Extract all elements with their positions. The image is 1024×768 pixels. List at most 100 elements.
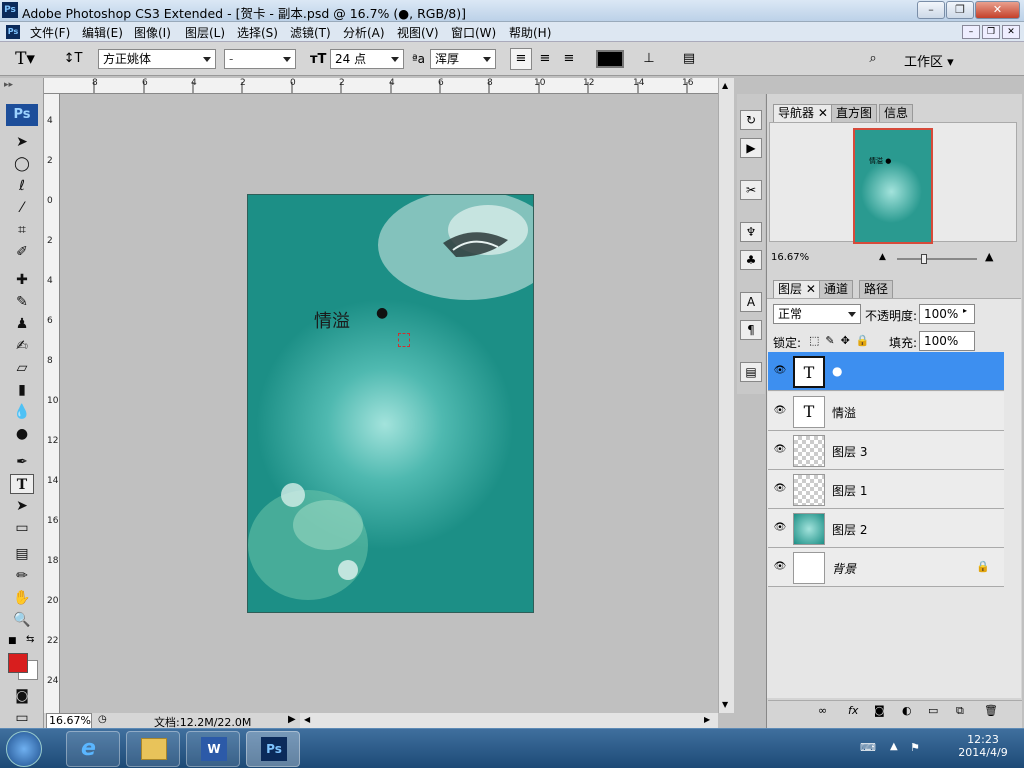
align-left-icon[interactable]: ≡ (510, 48, 532, 70)
layer-style-icon[interactable]: fx (848, 704, 858, 717)
lasso-tool-icon[interactable]: ℓ (10, 176, 34, 196)
layer-row[interactable]: 👁 图层 3 (768, 431, 1004, 470)
marquee-tool-icon[interactable]: ◯ (10, 154, 34, 174)
layer-row[interactable]: 👁 T 情溢 (768, 392, 1004, 431)
eyedropper-tool-icon[interactable]: ✏ (10, 566, 34, 586)
default-colors-icon[interactable]: ■ (8, 636, 17, 646)
eraser-tool-icon[interactable]: ▱ (10, 358, 34, 378)
layer-name[interactable]: 图层 2 (832, 521, 867, 538)
visibility-eye-icon[interactable]: 👁 (773, 521, 787, 535)
zoom-in-icon[interactable]: ▲ (985, 250, 993, 263)
zoom-field[interactable]: 16.67% (46, 713, 92, 729)
keyboard-icon[interactable]: ⌨ (860, 741, 876, 754)
doc-close-button[interactable]: ✕ (1002, 25, 1020, 39)
blend-mode-select[interactable]: 正常 (773, 304, 861, 324)
type-tool-preset-icon[interactable]: T▾ (14, 48, 36, 70)
clock[interactable]: 12:23 2014/4/9 (950, 733, 1016, 759)
brushes-panel-icon[interactable]: ♆ (740, 222, 762, 242)
scroll-left-icon[interactable]: ◀ (304, 715, 310, 724)
document-icon[interactable]: Ps (6, 25, 20, 39)
explorer-taskbar-button[interactable] (126, 731, 180, 767)
swap-colors-icon[interactable]: ⇆ (26, 634, 34, 645)
tab-histogram[interactable]: 直方图 (831, 104, 878, 122)
tab-channels[interactable]: 通道 (819, 280, 854, 298)
opacity-slider-icon[interactable]: ▸ (963, 306, 967, 315)
word-taskbar-button[interactable]: W (186, 731, 240, 767)
status-info-icon[interactable]: ◷ (98, 714, 107, 725)
gradient-tool-icon[interactable]: ▮ (10, 380, 34, 400)
character-panel-icon[interactable]: A (740, 292, 762, 312)
layer-name[interactable]: ● (832, 364, 842, 378)
network-icon[interactable]: ⚑ (910, 741, 920, 754)
menu-edit[interactable]: 编辑(E) (82, 24, 123, 41)
blur-tool-icon[interactable]: 💧 (10, 402, 34, 422)
adjustment-layer-icon[interactable]: ◐ (902, 704, 912, 717)
layer-row[interactable]: 👁 图层 2 (768, 509, 1004, 548)
font-size-select[interactable]: 24 点 (330, 49, 404, 69)
ie-taskbar-button[interactable]: e (66, 731, 120, 767)
toolbox-collapse-icon[interactable]: ▸▸ (4, 80, 13, 90)
navigator-view-box[interactable]: 情溢 ● (853, 128, 933, 244)
history-brush-tool-icon[interactable]: ✍ (10, 336, 34, 356)
tab-navigator[interactable]: 导航器 ✕ (773, 104, 833, 122)
doc-minimize-button[interactable]: – (962, 25, 980, 39)
pen-tool-icon[interactable]: ✒ (10, 452, 34, 472)
text-color-swatch[interactable] (596, 50, 624, 68)
status-menu-icon[interactable]: ▶ (288, 714, 296, 725)
menu-view[interactable]: 视图(V) (397, 24, 439, 41)
lock-icons[interactable]: ⬚✎✥🔒 (809, 334, 876, 347)
scroll-right-icon[interactable]: ▶ (704, 715, 710, 724)
photoshop-taskbar-button[interactable]: Ps (246, 731, 300, 767)
paragraph-panel-icon[interactable]: ¶ (740, 320, 762, 340)
menu-layer[interactable]: 图层(L) (185, 24, 225, 41)
antialias-select[interactable]: 浑厚 (430, 49, 496, 69)
tab-info[interactable]: 信息 (879, 104, 914, 122)
brush-tool-icon[interactable]: ✎ (10, 292, 34, 312)
layer-row[interactable]: 👁 背景 🔒 (768, 548, 1004, 587)
navigator-zoom-handle[interactable] (921, 254, 927, 264)
new-layer-icon[interactable]: ⧉ (956, 704, 964, 718)
menu-analysis[interactable]: 分析(A) (343, 24, 385, 41)
start-button[interactable] (6, 731, 42, 767)
canvas-text-title[interactable]: 情溢 (314, 307, 350, 333)
quick-mask-icon[interactable]: ◙ (10, 686, 34, 706)
tray-arrow-icon[interactable]: ▲ (890, 741, 898, 752)
scroll-down-icon[interactable]: ▼ (722, 700, 728, 709)
workspace-menu[interactable]: 工作区 ▾ (904, 51, 954, 70)
align-right-icon[interactable]: ≡ (558, 48, 580, 70)
visibility-eye-icon[interactable]: 👁 (773, 364, 787, 378)
close-button[interactable]: ✕ (975, 1, 1020, 19)
restore-button[interactable]: ❐ (946, 1, 974, 19)
document-canvas[interactable]: 情溢 ● (247, 194, 534, 613)
menu-window[interactable]: 窗口(W) (451, 24, 496, 41)
healing-brush-tool-icon[interactable]: ✚ (10, 270, 34, 290)
layer-mask-icon[interactable]: ◙ (874, 704, 885, 717)
move-tool-icon[interactable]: ➤ (10, 132, 34, 152)
menu-file[interactable]: 文件(F) (30, 24, 70, 41)
font-family-select[interactable]: 方正姚体 (98, 49, 216, 69)
text-orientation-icon[interactable]: ↕T (62, 48, 84, 70)
menu-select[interactable]: 选择(S) (237, 24, 278, 41)
navigator-zoom-slider[interactable] (897, 258, 977, 260)
layer-name[interactable]: 图层 1 (832, 482, 867, 499)
crop-tool-icon[interactable]: ⌗ (10, 220, 34, 240)
layer-name[interactable]: 背景 (832, 560, 856, 577)
clone-source-icon[interactable]: ♣ (740, 250, 762, 270)
visibility-eye-icon[interactable]: 👁 (773, 443, 787, 457)
layer-name[interactable]: 图层 3 (832, 443, 867, 460)
magic-wand-tool-icon[interactable]: ⁄ (10, 198, 34, 218)
layer-row[interactable]: 👁 图层 1 (768, 470, 1004, 509)
zoom-out-icon[interactable]: ▲ (879, 252, 886, 262)
warp-text-icon[interactable]: ⊥ (638, 48, 660, 70)
hand-tool-icon[interactable]: ✋ (10, 588, 34, 608)
fill-field[interactable]: 100% (919, 331, 975, 351)
slice-tool-icon[interactable]: ✐ (10, 242, 34, 262)
layer-row[interactable]: 👁 T ● (768, 352, 1004, 391)
menu-filter[interactable]: 滤镜(T) (290, 24, 331, 41)
link-layers-icon[interactable]: ∞ (818, 704, 827, 717)
screen-mode-icon[interactable]: ▭ (10, 708, 34, 728)
minimize-button[interactable]: – (917, 1, 945, 19)
delete-layer-icon[interactable]: 🗑 (984, 704, 998, 717)
character-panel-icon[interactable]: ▤ (678, 48, 700, 70)
actions-panel-icon[interactable]: ▶ (740, 138, 762, 158)
